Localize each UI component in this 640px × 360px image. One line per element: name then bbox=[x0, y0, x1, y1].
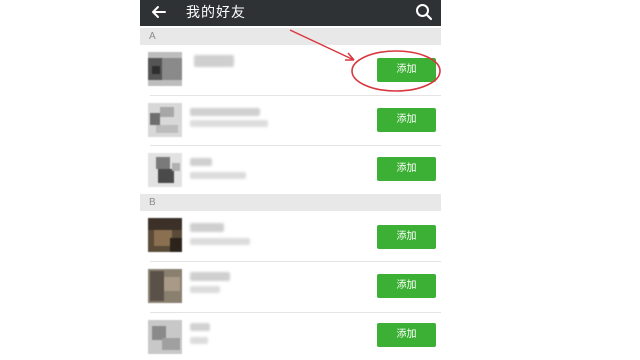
avatar bbox=[148, 103, 182, 137]
page-title: 我的好友 bbox=[186, 4, 246, 20]
search-icon[interactable] bbox=[414, 2, 434, 22]
avatar bbox=[148, 320, 182, 354]
avatar bbox=[148, 153, 182, 187]
add-friend-button[interactable]: 添加 bbox=[377, 225, 436, 249]
friend-row: 添加 bbox=[140, 146, 441, 196]
avatar bbox=[148, 269, 182, 303]
contact-detail-redacted bbox=[190, 120, 268, 127]
add-friend-button[interactable]: 添加 bbox=[377, 58, 436, 82]
contact-detail-redacted bbox=[190, 172, 246, 179]
section-header-a: A bbox=[140, 28, 441, 45]
avatar bbox=[148, 218, 182, 252]
friend-row: 添加 bbox=[140, 262, 441, 312]
contact-detail-redacted bbox=[190, 337, 208, 344]
phone-screen: 我的好友 A 添加 添加 添加 B 添加 添加 添加 bbox=[140, 0, 441, 360]
arrow-left-icon[interactable] bbox=[148, 1, 170, 23]
add-friend-button[interactable]: 添加 bbox=[377, 274, 436, 298]
friend-row: 添加 bbox=[140, 96, 441, 146]
contact-name-redacted bbox=[190, 272, 230, 281]
add-friend-button[interactable]: 添加 bbox=[377, 323, 436, 347]
contact-name-redacted bbox=[190, 223, 224, 232]
section-header-b: B bbox=[140, 194, 441, 211]
contact-detail-redacted bbox=[190, 238, 250, 245]
contact-name-redacted bbox=[190, 323, 210, 331]
friend-row: 添加 bbox=[140, 211, 441, 261]
contact-name-redacted bbox=[194, 55, 234, 67]
top-bar: 我的好友 bbox=[140, 0, 441, 26]
contact-name-redacted bbox=[190, 158, 212, 166]
friend-row: 添加 bbox=[140, 313, 441, 360]
contact-name-redacted bbox=[190, 108, 260, 116]
add-friend-button[interactable]: 添加 bbox=[377, 108, 436, 132]
avatar bbox=[148, 52, 182, 86]
friend-row: 添加 bbox=[140, 45, 441, 95]
contact-detail-redacted bbox=[190, 286, 220, 293]
add-friend-button[interactable]: 添加 bbox=[377, 157, 436, 181]
